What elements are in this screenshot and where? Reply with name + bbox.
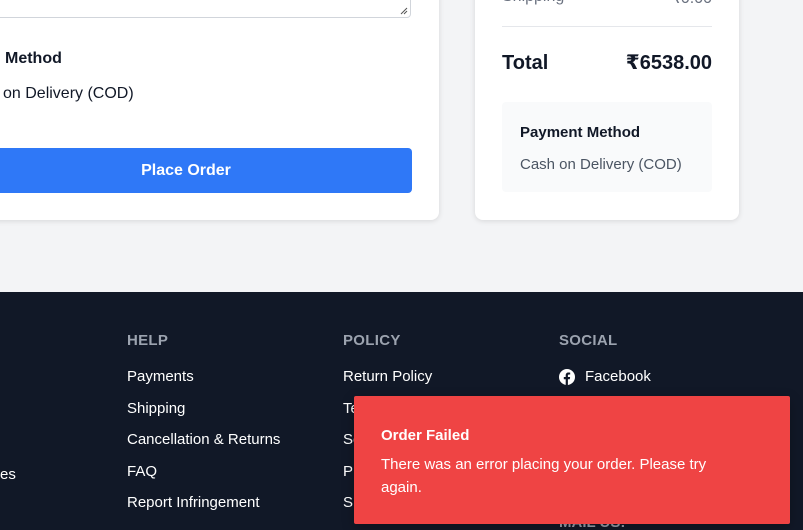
facebook-label: Facebook bbox=[585, 368, 651, 385]
footer-help-heading: HELP bbox=[127, 332, 169, 349]
toast-title: Order Failed bbox=[381, 427, 470, 444]
place-order-button[interactable]: Place Order bbox=[0, 148, 412, 193]
payment-method-cod-option[interactable]: on Delivery (COD) bbox=[3, 85, 134, 103]
footer-partial-link[interactable]: es bbox=[0, 466, 16, 483]
footer-link-facebook[interactable]: Facebook bbox=[559, 368, 651, 400]
footer-link-faq[interactable]: FAQ bbox=[127, 463, 280, 495]
payment-method-summary-title: Payment Method bbox=[520, 124, 641, 141]
order-notes-textarea[interactable] bbox=[0, 0, 411, 18]
payment-method-heading: Method bbox=[5, 50, 62, 67]
resize-grip-icon[interactable] bbox=[400, 7, 408, 15]
footer-link-cancellation-returns[interactable]: Cancellation & Returns bbox=[127, 431, 280, 463]
order-failed-toast[interactable]: Order Failed There was an error placing … bbox=[354, 396, 790, 524]
payment-method-summary-box: Payment Method Cash on Delivery (COD) bbox=[502, 102, 712, 192]
footer-social-heading: SOCIAL bbox=[559, 332, 618, 349]
total-row: Total ₹6538.00 bbox=[502, 50, 712, 75]
footer-policy-heading: POLICY bbox=[343, 332, 401, 349]
footer-link-payments[interactable]: Payments bbox=[127, 368, 280, 400]
facebook-icon bbox=[559, 369, 575, 385]
footer-link-return-policy[interactable]: Return Policy bbox=[343, 368, 432, 400]
footer-link-shipping[interactable]: Shipping bbox=[127, 400, 280, 432]
footer-social-column: SOCIAL Facebook bbox=[559, 332, 651, 400]
summary-divider bbox=[502, 26, 712, 27]
toast-message: There was an error placing your order. P… bbox=[381, 456, 707, 496]
footer-help-column: HELP Payments Shipping Cancellation & Re… bbox=[127, 332, 280, 526]
footer-link-report-infringement[interactable]: Report Infringement bbox=[127, 494, 280, 526]
payment-method-summary-value: Cash on Delivery (COD) bbox=[520, 156, 682, 173]
shipping-value: ₹0.00 bbox=[671, 0, 712, 8]
shipping-row: Shipping ₹0.00 bbox=[502, 0, 712, 8]
shipping-label: Shipping bbox=[502, 0, 564, 8]
total-value: ₹6538.00 bbox=[625, 52, 712, 74]
total-label: Total bbox=[502, 52, 549, 74]
